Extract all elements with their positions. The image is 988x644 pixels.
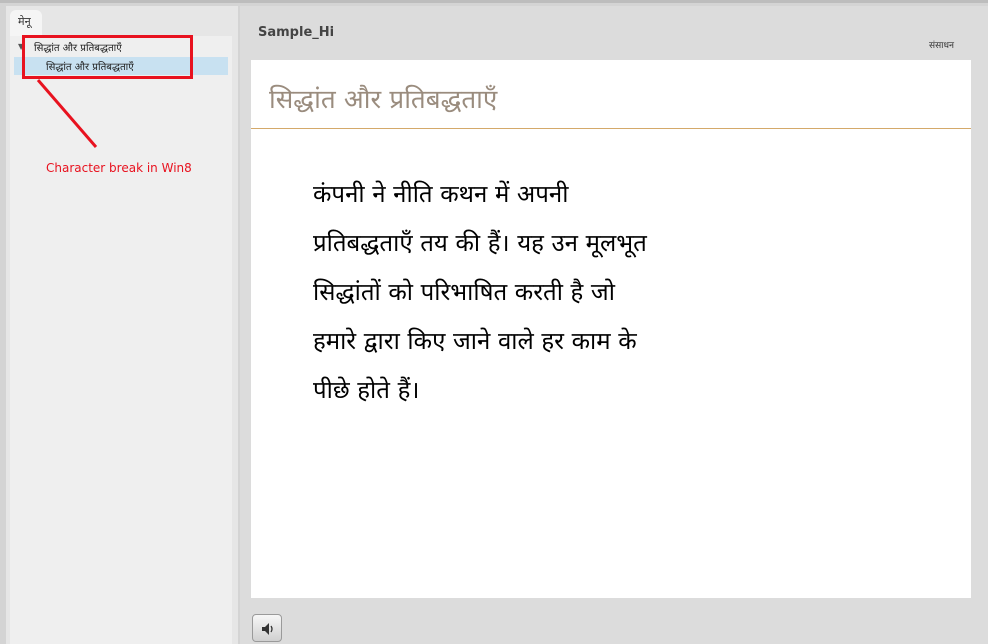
slide-title: सिद्धांत और प्रतिबद्धताएँ bbox=[269, 85, 498, 115]
slide-body-line: प्रतिबद्धताएँ तय की हैं। यह उन मूलभूत bbox=[313, 229, 647, 257]
annotation-label: Character break in Win8 bbox=[46, 161, 192, 175]
slide-body: कंपनी ने नीति कथन में अपनी प्रतिबद्धताएँ… bbox=[313, 170, 873, 415]
slide-body-line: कंपनी ने नीति कथन में अपनी bbox=[313, 180, 569, 208]
audio-button[interactable] bbox=[252, 614, 282, 642]
slide-body-line: सिद्धांतों को परिभाषित करती है जो bbox=[313, 278, 615, 306]
app-window: मेनू ▼ सिद्धांत और प्रतिबद्धताएँ सिद्धां… bbox=[0, 0, 988, 644]
resources-link[interactable]: संसाधन bbox=[929, 38, 954, 51]
slide: सिद्धांत और प्रतिबद्धताएँ कंपनी ने नीति … bbox=[251, 60, 971, 598]
course-title: Sample_Hi bbox=[258, 25, 335, 40]
slide-divider bbox=[251, 128, 971, 129]
slide-body-line: पीछे होते हैं। bbox=[313, 376, 420, 404]
slide-body-line: हमारे द्वारा किए जाने वाले हर काम के bbox=[313, 327, 637, 355]
speaker-icon bbox=[262, 623, 273, 635]
